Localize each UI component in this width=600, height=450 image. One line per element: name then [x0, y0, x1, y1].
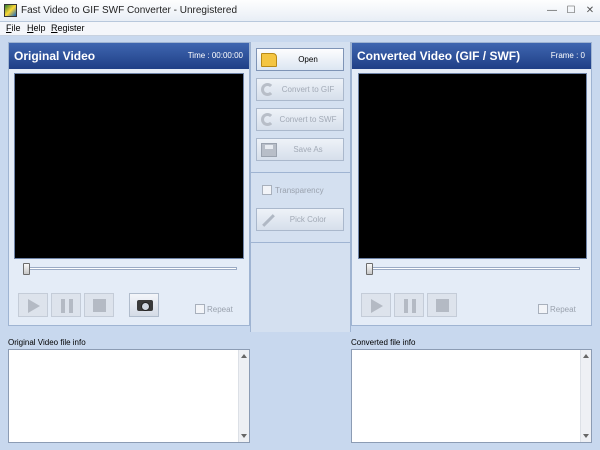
- app-icon: [4, 4, 17, 17]
- scroll-down-icon[interactable]: [241, 434, 247, 438]
- pick-color-button[interactable]: Pick Color: [256, 208, 344, 231]
- stop-icon: [93, 299, 106, 312]
- time-readout: Time : 00:00:00: [187, 51, 243, 60]
- original-seek-track[interactable]: [23, 267, 237, 270]
- scroll-down-icon[interactable]: [583, 434, 589, 438]
- converted-seek-track[interactable]: [366, 267, 580, 270]
- converted-info-scrollbar[interactable]: [580, 350, 591, 442]
- maximize-button[interactable]: ☐: [564, 4, 578, 17]
- pause-icon: [404, 299, 416, 313]
- converted-seek-thumb[interactable]: [366, 263, 373, 275]
- close-button[interactable]: ✕: [583, 4, 597, 17]
- original-repeat-checkbox[interactable]: [195, 304, 205, 314]
- original-video-title: Original Video: [14, 49, 96, 63]
- original-video-panel: Original Video Time : 00:00:00 Repeat: [8, 42, 250, 326]
- frame-readout: Frame : 0: [550, 51, 585, 60]
- separator: [251, 242, 350, 243]
- original-info-textarea[interactable]: [8, 349, 250, 443]
- transparency-label: Transparency: [275, 186, 324, 195]
- menu-bar: File Help Register: [0, 22, 600, 36]
- stop-button[interactable]: [84, 293, 114, 317]
- snapshot-button[interactable]: [129, 293, 159, 317]
- converted-video-screen: [358, 73, 587, 259]
- converted-repeat-label: Repeat: [550, 305, 576, 314]
- converted-info-label: Converted file info: [351, 338, 416, 347]
- converted-video-title: Converted Video (GIF / SWF): [357, 49, 521, 63]
- save-as-button[interactable]: Save As: [256, 138, 344, 161]
- convert-to-swf-button[interactable]: Convert to SWF: [256, 108, 344, 131]
- menu-register[interactable]: Register: [51, 23, 85, 33]
- window-title: Fast Video to GIF SWF Converter - Unregi…: [21, 5, 238, 16]
- original-info-label: Original Video file info: [8, 338, 86, 347]
- original-seek-thumb[interactable]: [23, 263, 30, 275]
- original-video-screen: [14, 73, 244, 259]
- original-video-header: Original Video Time : 00:00:00: [9, 43, 249, 69]
- converted-play-button[interactable]: [361, 293, 391, 317]
- menu-help[interactable]: Help: [27, 23, 46, 33]
- minimize-button[interactable]: —: [545, 4, 559, 17]
- transparency-checkbox[interactable]: [262, 185, 272, 195]
- converted-video-panel: Converted Video (GIF / SWF) Frame : 0 Re…: [351, 42, 592, 326]
- play-button[interactable]: [18, 293, 48, 317]
- play-icon: [28, 299, 40, 313]
- open-button[interactable]: Open: [256, 48, 344, 71]
- converted-stop-button[interactable]: [427, 293, 457, 317]
- title-bar: Fast Video to GIF SWF Converter - Unregi…: [0, 0, 600, 22]
- pause-icon: [61, 299, 73, 313]
- converted-info-textarea[interactable]: [351, 349, 592, 443]
- camera-icon: [137, 300, 153, 311]
- stop-icon: [436, 299, 449, 312]
- original-repeat-label: Repeat: [207, 305, 233, 314]
- converted-repeat-checkbox[interactable]: [538, 304, 548, 314]
- scroll-up-icon[interactable]: [241, 354, 247, 358]
- menu-file[interactable]: File: [6, 23, 21, 33]
- pause-button[interactable]: [51, 293, 81, 317]
- scroll-up-icon[interactable]: [583, 354, 589, 358]
- original-info-scrollbar[interactable]: [238, 350, 249, 442]
- convert-to-gif-button[interactable]: Convert to GIF: [256, 78, 344, 101]
- converted-pause-button[interactable]: [394, 293, 424, 317]
- play-icon: [371, 299, 383, 313]
- separator: [251, 172, 350, 173]
- converted-video-header: Converted Video (GIF / SWF) Frame : 0: [352, 43, 591, 69]
